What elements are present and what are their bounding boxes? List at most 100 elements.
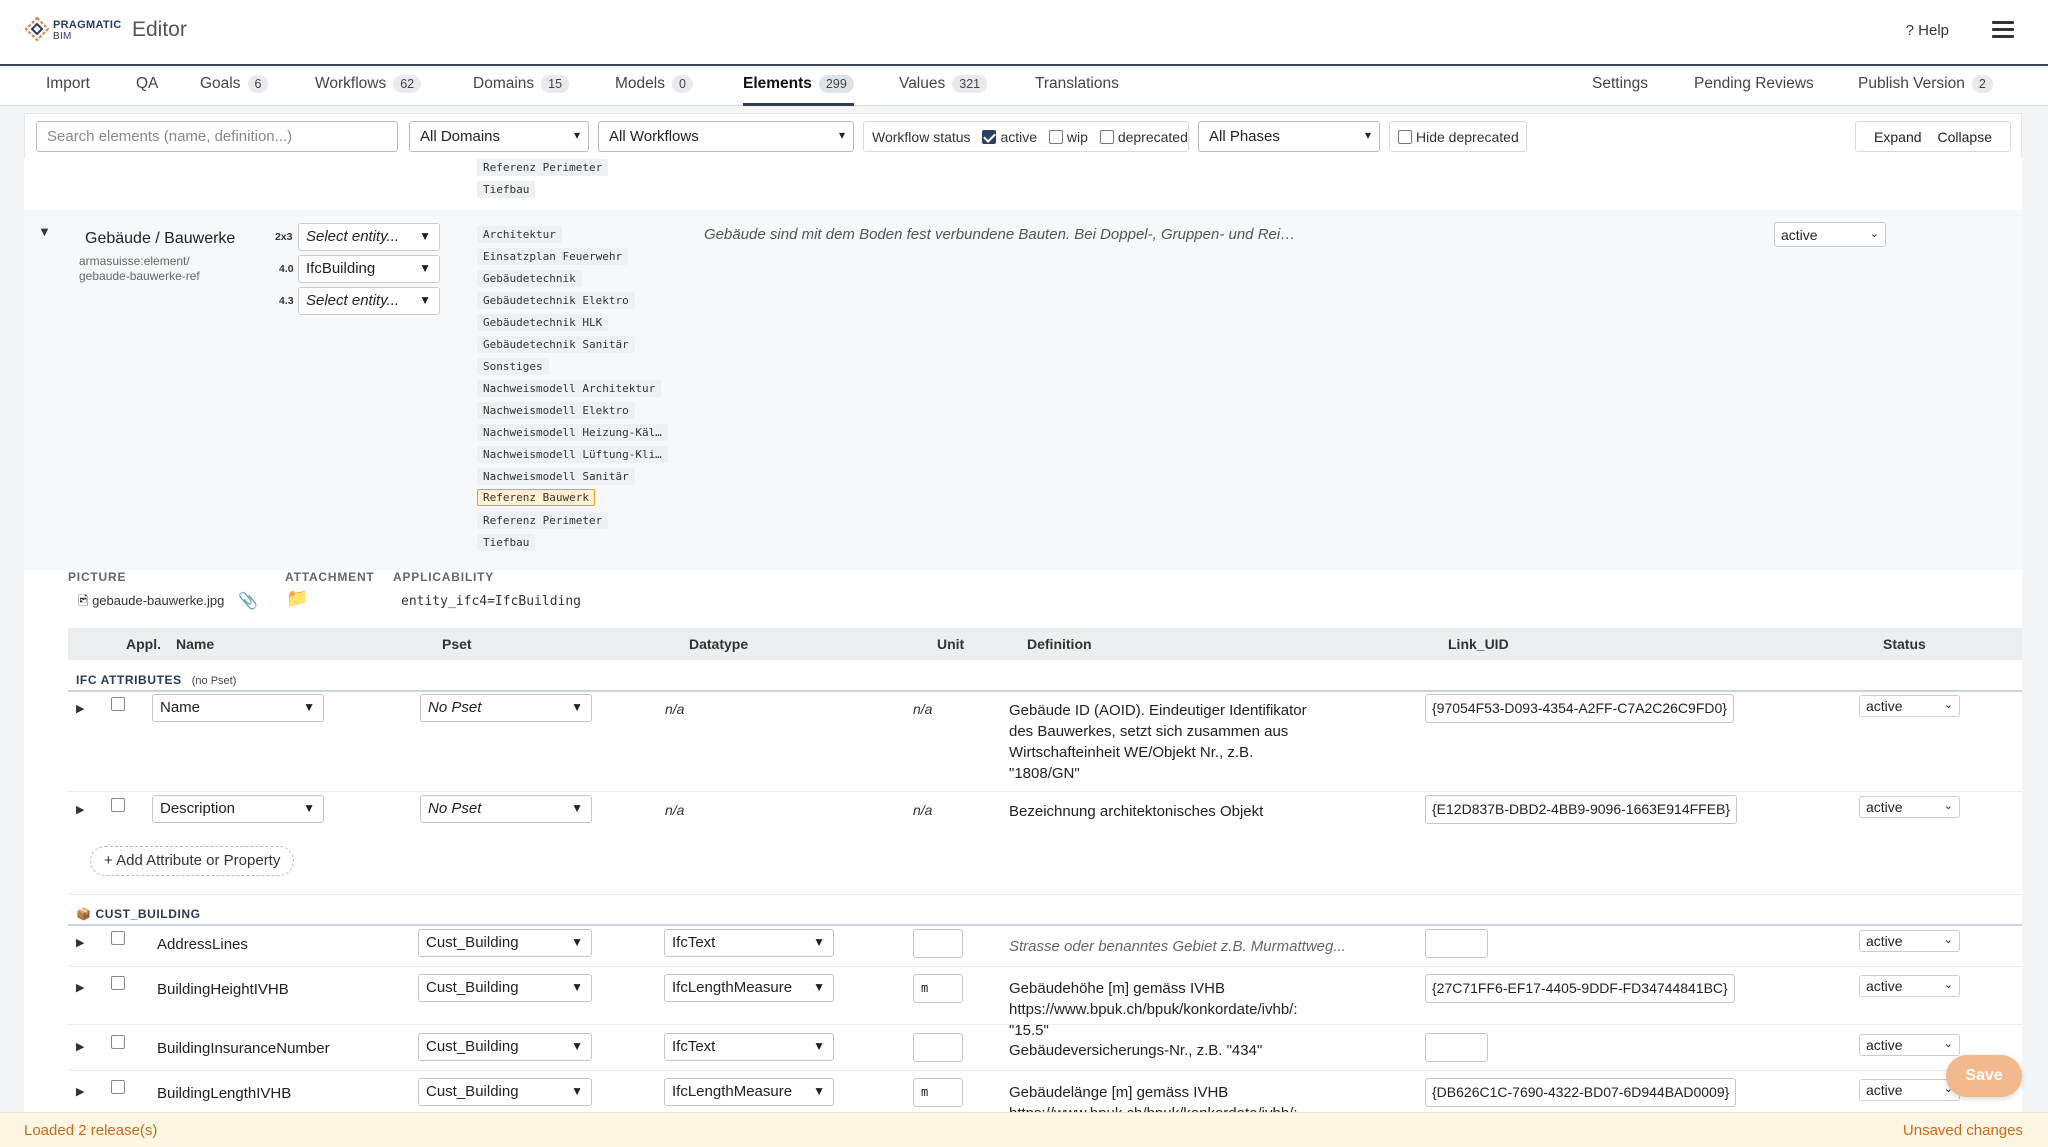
tab-pending-reviews[interactable]: Pending Reviews [1694,75,1814,105]
row-expand-icon[interactable]: ▶ [76,702,84,715]
entity-select-2x3[interactable]: Select entity... ▼ [298,223,440,251]
row-expand-icon[interactable]: ▶ [76,1040,84,1053]
entity-select-4-0[interactable]: IfcBuilding ▼ [298,255,440,283]
tab-translations[interactable]: Translations [1035,75,1119,105]
domains-select[interactable]: All Domains ▾ [409,121,589,152]
applicability-checkbox[interactable] [111,976,125,990]
pset-select[interactable]: Cust_Building ▼ [418,929,592,957]
status-deprecated-checkbox[interactable] [1099,130,1114,144]
link-uid-input[interactable] [1425,1033,1488,1062]
status-deprecated-label: deprecated [1117,129,1188,145]
save-button[interactable]: Save [1946,1055,2022,1097]
row-status-select[interactable]: active ⌄ [1859,695,1960,717]
caret-down-icon: ▼ [571,801,583,815]
workflow-status-label: Workflow status [872,129,971,145]
phases-select[interactable]: All Phases ▾ [1198,121,1380,152]
tab-workflows[interactable]: Workflows 62 [315,75,422,105]
caret-down-icon: ▼ [813,1084,825,1098]
tab-settings[interactable]: Settings [1592,75,1648,105]
row-status-select[interactable]: active ⌄ [1859,1034,1960,1056]
property-definition[interactable]: Gebäudehöhe [m] gemäss IVHB https://www.… [1009,978,1319,1041]
logo-mark-icon [24,16,50,42]
tab-values[interactable]: Values 321 [899,75,988,105]
pset-select[interactable]: No Pset ▼ [420,694,592,722]
domain-tag: Nachweismodell Architektur [477,380,662,397]
property-name[interactable]: BuildingInsuranceNumber [157,1040,330,1057]
tab-publish-version[interactable]: Publish Version 2 [1858,75,1993,105]
property-name[interactable]: BuildingLengthIVHB [157,1085,291,1102]
applicability-label: APPLICABILITY [393,570,495,584]
row-status-select[interactable]: active ⌄ [1859,796,1960,818]
status-active-checkbox[interactable] [982,130,997,144]
link-uid-input[interactable] [1425,929,1488,958]
entity-select-4-3[interactable]: Select entity... ▼ [298,287,440,315]
link-uid-input[interactable]: {DB626C1C-7690-4322-BD07-6D944BAD0009} [1425,1078,1737,1107]
col-unit: Unit [937,636,965,652]
pset-select[interactable]: No Pset ▼ [420,795,592,823]
collapse-button[interactable]: Collapse [1938,129,1992,145]
attribute-name-select[interactable]: Name ▼ [152,694,324,722]
tab-qa[interactable]: QA [136,75,158,105]
pset-select[interactable]: Cust_Building ▼ [418,1033,592,1061]
property-definition[interactable]: Gebäude ID (AOID). Eindeutiger Identifik… [1009,700,1319,784]
applicability-checkbox[interactable] [111,798,125,812]
attribute-name-select[interactable]: Description ▼ [152,795,324,823]
element-status-select[interactable]: active ⌄ [1774,222,1886,247]
search-input[interactable]: Search elements (name, definition...) [36,121,398,152]
caret-down-icon: ▼ [571,1084,583,1098]
row-status-select[interactable]: active ⌄ [1859,930,1960,952]
property-definition[interactable]: Gebäudelänge [m] gemäss IVHB https://www… [1009,1082,1319,1112]
tab-elements[interactable]: Elements 299 [743,75,854,106]
unit-input[interactable]: m [913,974,963,1003]
hide-deprecated-checkbox[interactable] [1398,130,1412,144]
datatype-select[interactable]: IfcLengthMeasure ▼ [664,1078,834,1106]
tab-domains[interactable]: Domains 15 [473,75,570,105]
unit-input[interactable] [913,929,963,958]
applicability-checkbox[interactable] [111,1035,125,1049]
pragmatic-bim-logo[interactable]: PRAGMATIC BIM [24,16,121,50]
tab-models[interactable]: Models 0 [615,75,693,105]
hamburger-menu-icon[interactable] [1992,21,2014,39]
datatype-select[interactable]: IfcLengthMeasure ▼ [664,974,834,1002]
status-wip-checkbox[interactable] [1048,130,1063,144]
link-uid-input[interactable]: {27C71FF6-EF17-4405-9DDF-FD34744841BC} [1425,974,1735,1003]
unsaved-changes-status: Unsaved changes [1902,1122,2023,1139]
unit-input[interactable]: m [913,1078,963,1107]
tab-import[interactable]: Import [46,75,90,105]
datatype-select[interactable]: IfcText ▼ [664,1033,834,1061]
collapse-caret-icon[interactable]: ▼ [38,224,51,239]
applicability-checkbox[interactable] [111,1080,125,1094]
element-name[interactable]: Gebäude / Bauwerke [85,230,235,248]
hide-deprecated-toggle[interactable]: Hide deprecated [1389,121,1527,152]
pset-select[interactable]: Cust_Building ▼ [418,1078,592,1106]
expand-button[interactable]: Expand [1874,129,1921,145]
row-status-select[interactable]: active ⌄ [1859,1079,1960,1101]
caret-down-icon: ▼ [571,700,583,714]
link-uid-input[interactable]: {E12D837B-DBD2-4BB9-9096-1663E914FFEB} [1425,795,1738,824]
section-cust-building: 📦 CUST_BUILDING [76,907,201,921]
folder-icon[interactable]: 📁 [286,588,308,609]
pset-select[interactable]: Cust_Building ▼ [418,974,592,1002]
property-name[interactable]: AddressLines [157,936,248,953]
add-attribute-button[interactable]: + Add Attribute or Property [90,846,295,876]
tab-goals[interactable]: Goals 6 [200,75,269,105]
workflows-select[interactable]: All Workflows ▾ [598,121,854,152]
link-uid-input[interactable]: {97054F53-D093-4354-A2FF-C7A2C26C9FD0} [1425,694,1734,723]
row-status-select[interactable]: active ⌄ [1859,975,1960,997]
row-expand-icon[interactable]: ▶ [76,936,84,949]
applicability-checkbox[interactable] [111,697,125,711]
help-link[interactable]: ? Help [1906,22,1949,39]
property-name[interactable]: BuildingHeightIVHB [157,981,289,998]
property-definition[interactable]: Strasse oder benanntes Gebiet z.B. Murma… [1009,936,1429,957]
property-definition[interactable]: Bezeichnung architektonisches Objekt [1009,801,1409,822]
picture-file-link[interactable]: 🖻 gebaude-bauwerke.jpg [78,592,224,614]
row-expand-icon[interactable]: ▶ [76,1085,84,1098]
values-count-badge: 321 [952,75,988,93]
row-expand-icon[interactable]: ▶ [76,981,84,994]
paperclip-icon[interactable]: 📎 [238,591,258,611]
datatype-select[interactable]: IfcText ▼ [664,929,834,957]
applicability-checkbox[interactable] [111,931,125,945]
unit-input[interactable] [913,1033,963,1062]
row-expand-icon[interactable]: ▶ [76,803,84,816]
property-definition[interactable]: Gebäudeversicherungs-Nr., z.B. "434" [1009,1040,1409,1061]
